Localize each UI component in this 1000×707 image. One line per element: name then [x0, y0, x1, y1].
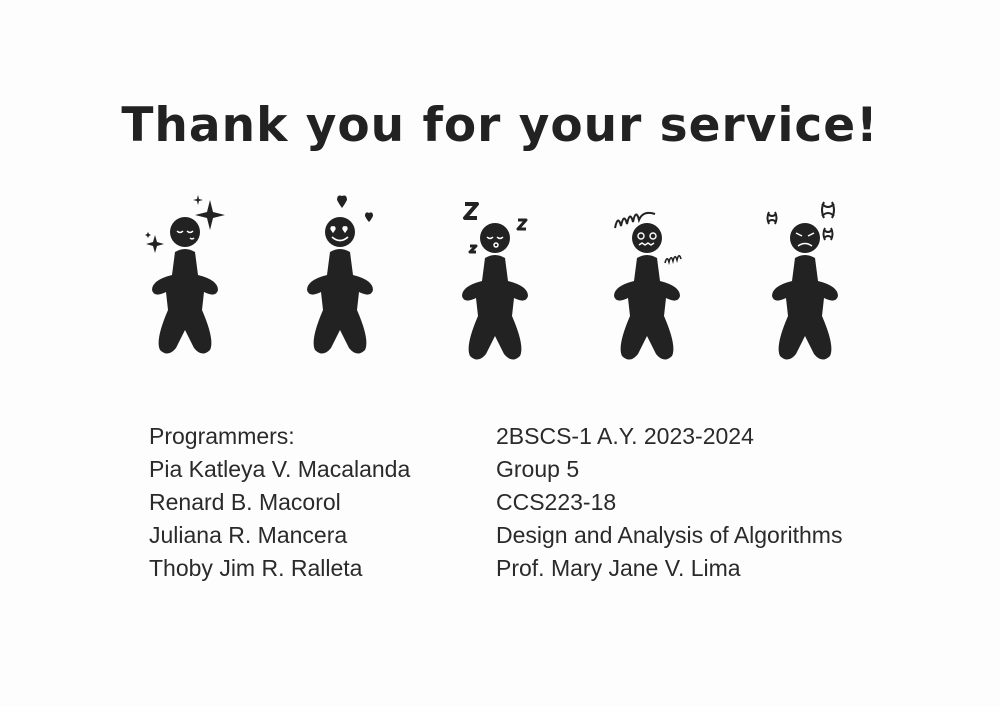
sleeping-person-icon: [440, 190, 550, 365]
course-title: Design and Analysis of Algorithms: [496, 522, 843, 548]
section-year: 2BSCS-1 A.Y. 2023-2024: [496, 423, 754, 449]
course-info-column: 2BSCS-1 A.Y. 2023-2024 Group 5 CCS223-18…: [496, 420, 842, 585]
figures-row: [130, 190, 870, 370]
programmers-label: Programmers:: [149, 423, 295, 449]
sparkle-person-icon: [130, 190, 240, 365]
angry-person-icon: [760, 190, 870, 365]
professor-name: Prof. Mary Jane V. Lima: [496, 555, 741, 581]
programmers-column: Programmers: Pia Katleya V. Macalanda Re…: [149, 420, 410, 585]
dizzy-person-icon: [595, 190, 705, 365]
group-label: Group 5: [496, 456, 580, 482]
slide-title: Thank you for your service!: [121, 98, 879, 153]
programmer-name: Pia Katleya V. Macalanda: [149, 456, 411, 482]
heart-eyes-person-icon: [285, 190, 395, 365]
programmer-name: Renard B. Macorol: [149, 489, 341, 515]
programmer-name: Juliana R. Mancera: [149, 522, 348, 548]
course-code: CCS223-18: [496, 489, 617, 515]
programmer-name: Thoby Jim R. Ralleta: [149, 555, 363, 581]
